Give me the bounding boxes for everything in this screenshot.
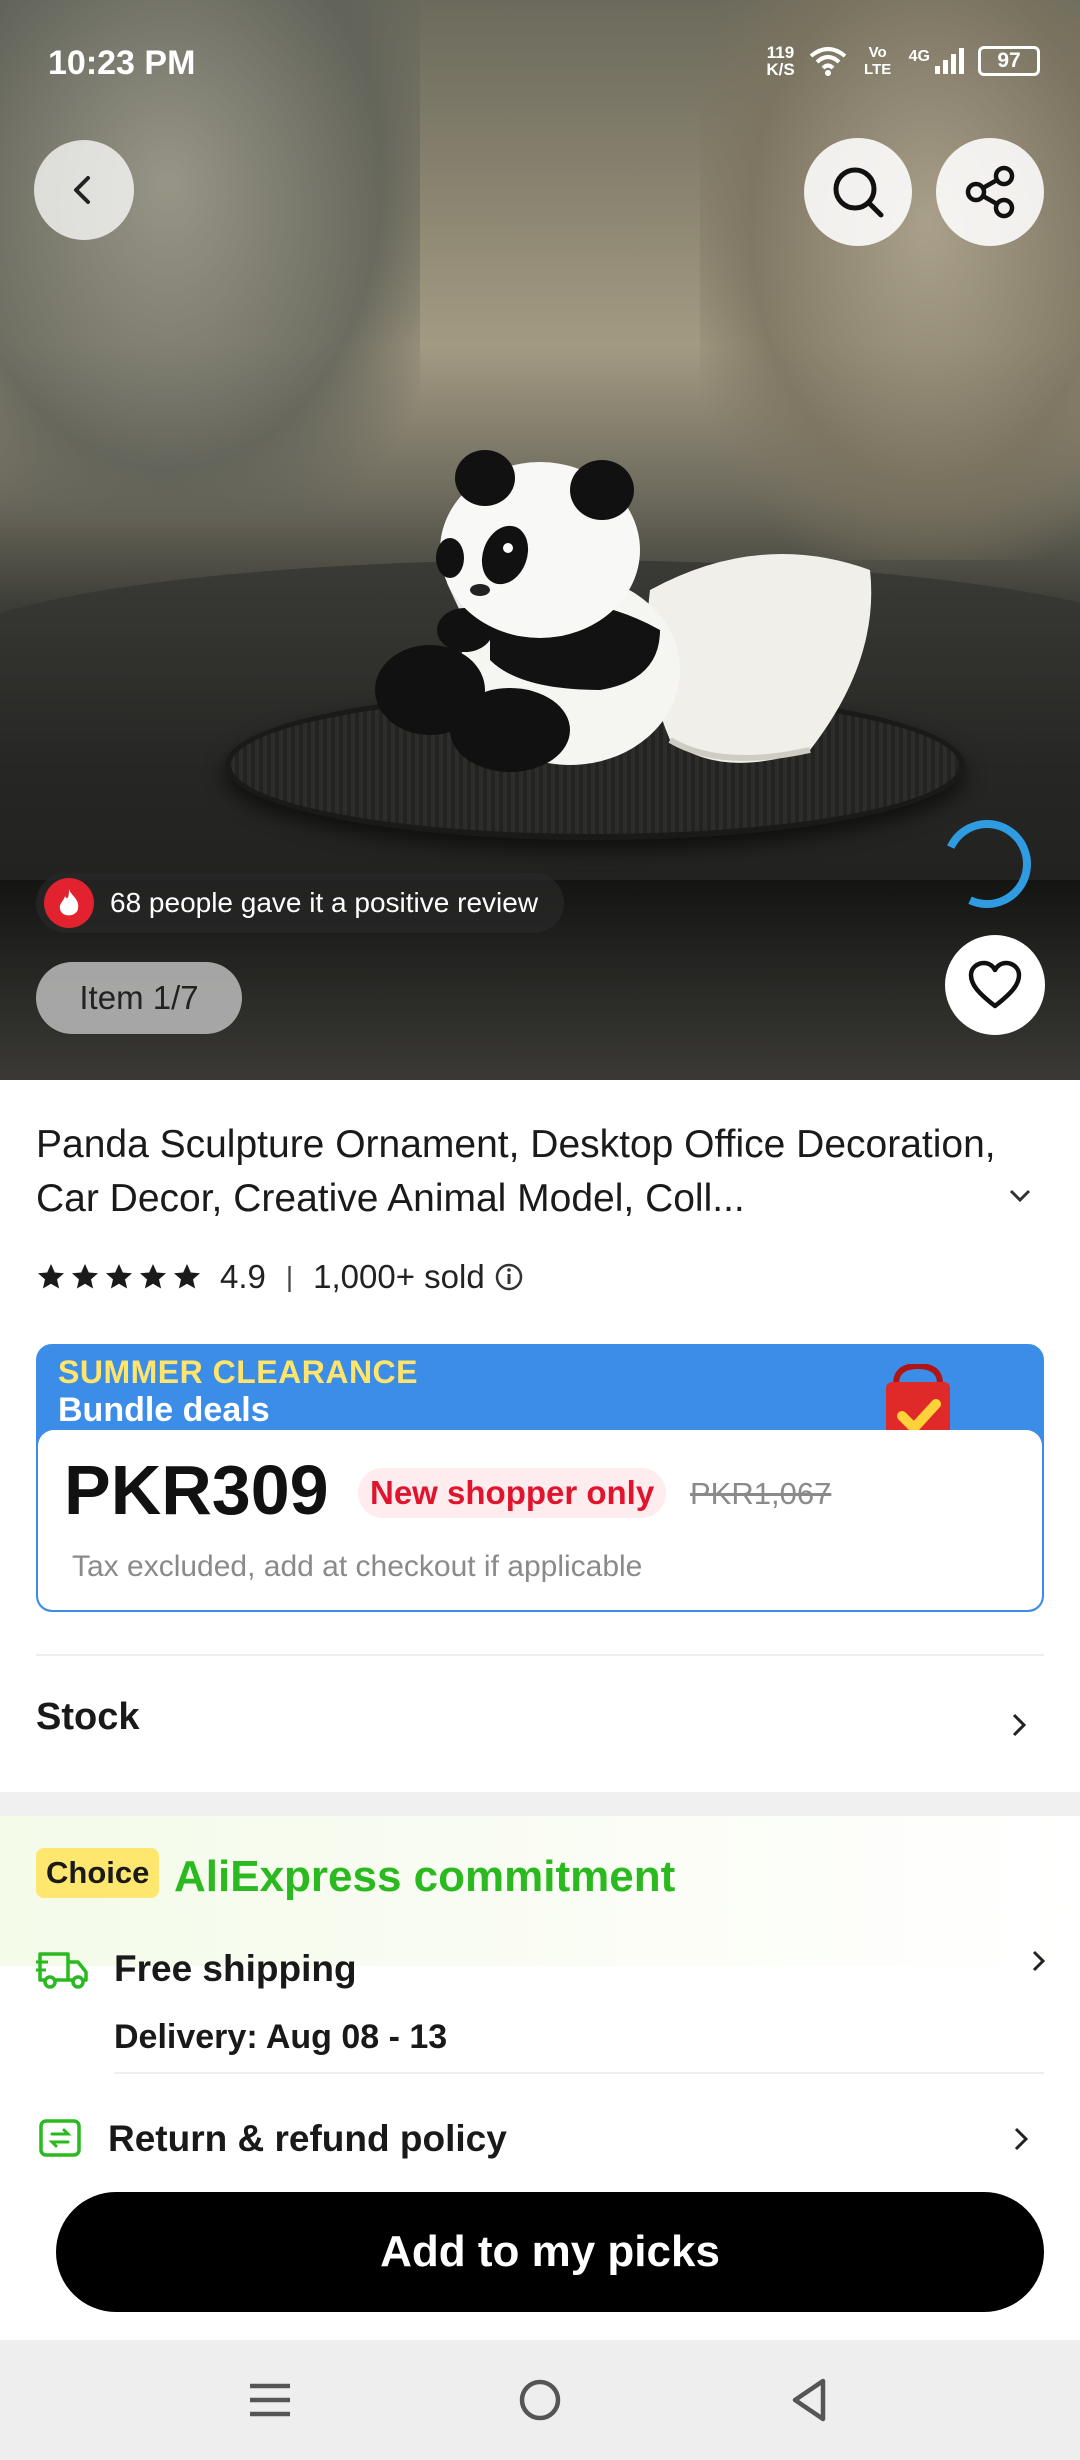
home-circle-icon — [519, 2379, 561, 2421]
volte-indicator: Vo LTE — [864, 44, 892, 78]
status-time: 10:23 PM — [48, 44, 196, 82]
system-nav-bar — [0, 2340, 1080, 2460]
new-shopper-badge: New shopper only — [358, 1468, 667, 1518]
net-speed: 119 K/S — [766, 43, 795, 79]
divider — [36, 1654, 1044, 1656]
share-button[interactable] — [936, 138, 1044, 246]
add-to-picks-button[interactable]: Add to my picks — [56, 2192, 1044, 2312]
return-policy-title: Return & refund policy — [108, 2118, 507, 2159]
star-icon — [72, 1264, 98, 1289]
positive-review-badge: 68 people gave it a positive review — [36, 873, 565, 933]
back-nav-button[interactable] — [780, 2370, 840, 2430]
expand-title-chevron-icon[interactable] — [1005, 1185, 1035, 1205]
fire-icon — [44, 878, 94, 928]
section-separator — [0, 1792, 1080, 1816]
star-icon — [174, 1264, 200, 1289]
promo-banner-line2: Bundle deals — [58, 1391, 270, 1429]
signal-icon: 4G — [909, 48, 964, 74]
menu-icon — [250, 2383, 290, 2417]
rating-row[interactable]: 4.9 | 1,000+ sold — [36, 1258, 525, 1296]
product-title: Panda Sculpture Ornament, Desktop Office… — [36, 1123, 996, 1220]
panda-figure-image — [375, 450, 872, 772]
separator: | — [285, 1261, 294, 1292]
tax-note: Tax excluded, add at checkout if applica… — [72, 1550, 643, 1583]
choice-badge: Choice — [36, 1848, 160, 1898]
status-icons: 119 K/S Vo LTE 4G 97 — [766, 44, 1040, 78]
back-button[interactable] — [34, 140, 134, 240]
chevron-right-icon — [1012, 1713, 1027, 1737]
promo-banner-line1: SUMMER CLEARANCE — [58, 1354, 418, 1390]
commitment-title: AliExpress commitment — [174, 1852, 676, 1901]
star-icon — [38, 1264, 64, 1289]
back-triangle-icon — [792, 2378, 826, 2422]
status-bar: 10:23 PM 119 K/S Vo LTE 4G 97 — [0, 0, 1080, 130]
original-price: PKR1,067 — [690, 1476, 832, 1511]
product-image-carousel[interactable]: 10:23 PM 119 K/S Vo LTE 4G 97 68 people … — [0, 0, 1080, 1080]
chevron-right-icon — [1032, 1950, 1046, 1972]
search-icon — [833, 167, 884, 218]
current-price: PKR309 — [64, 1451, 329, 1529]
recent-apps-button[interactable] — [240, 2370, 300, 2430]
star-icon — [106, 1264, 132, 1289]
back-arrow-icon — [74, 176, 90, 204]
share-icon — [965, 165, 1015, 219]
info-icon[interactable] — [493, 1261, 525, 1293]
bundle-deal-card[interactable]: SUMMER CLEARANCE Bundle deals PKR309 New… — [36, 1344, 1044, 1612]
delivery-dates: Delivery: Aug 08 - 13 — [114, 2018, 448, 2056]
review-text: 68 people gave it a positive review — [110, 887, 539, 918]
truck-icon — [36, 1952, 88, 1989]
stock-label: Stock — [36, 1696, 140, 1738]
sold-count: 1,000+ sold — [313, 1258, 485, 1295]
price-panel: PKR309 New shopper only PKR1,067 Tax exc… — [38, 1430, 1042, 1610]
wishlist-button[interactable] — [945, 935, 1045, 1035]
search-button[interactable] — [804, 138, 912, 246]
wifi-icon — [809, 47, 846, 76]
image-counter: Item 1/7 — [36, 962, 242, 1034]
star-icon — [140, 1264, 166, 1289]
promo-banner: SUMMER CLEARANCE Bundle deals — [58, 1354, 418, 1430]
chevron-right-icon — [1014, 2127, 1029, 2151]
divider — [114, 2072, 1044, 2074]
heart-icon — [968, 960, 1022, 1009]
battery-indicator: 97 — [978, 46, 1040, 76]
home-button[interactable] — [510, 2370, 570, 2430]
shipping-title: Free shipping — [114, 1948, 357, 1989]
return-icon — [39, 2119, 81, 2157]
rating-value: 4.9 — [220, 1258, 266, 1295]
star-rating — [36, 1262, 202, 1292]
